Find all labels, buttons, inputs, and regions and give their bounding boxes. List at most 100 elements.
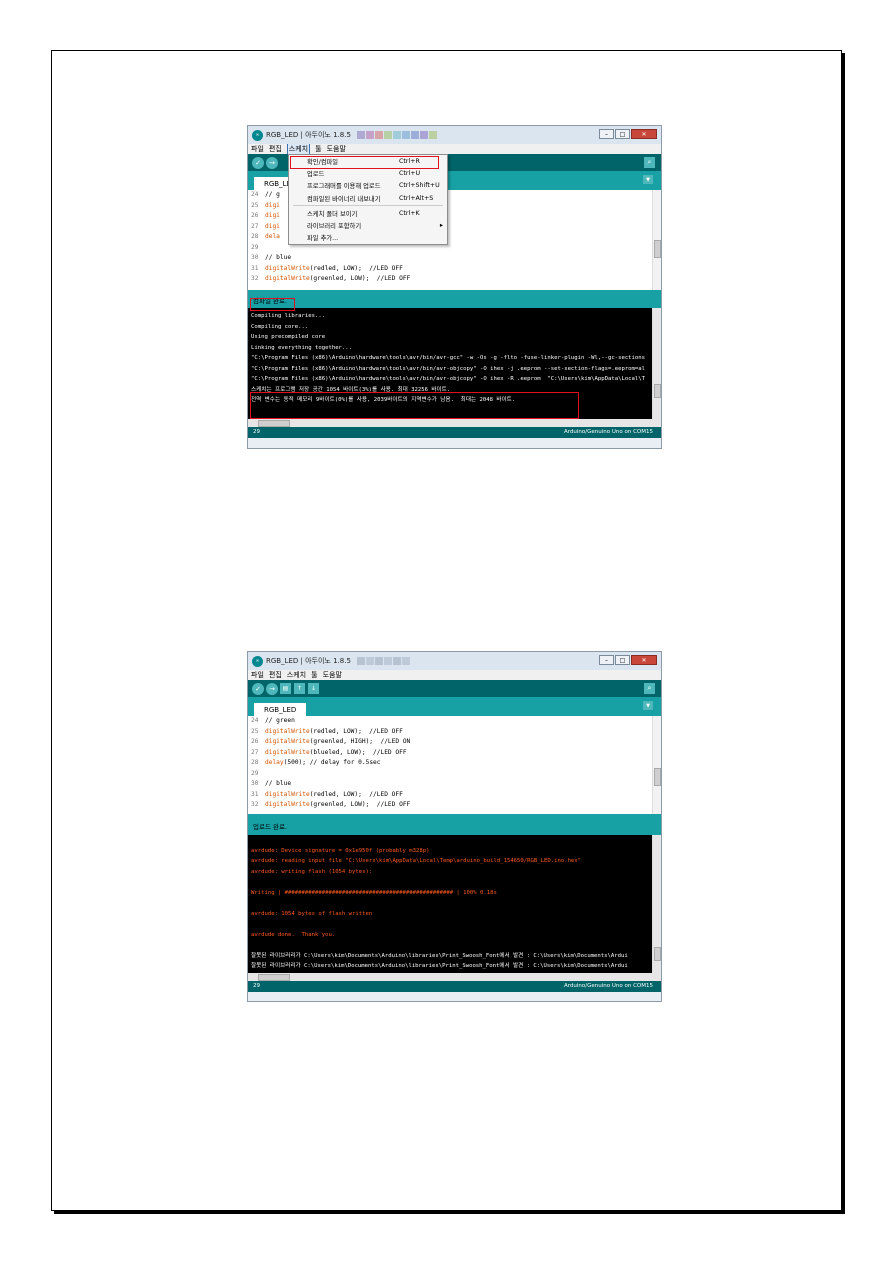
minimize-button[interactable]: –	[599, 655, 614, 665]
code-line: 31 digitalWrite(redled, LOW); //LED OFF	[248, 264, 661, 275]
tab-rgb-led[interactable]: RGB_LED	[254, 703, 307, 716]
line-number-gutter: 29	[251, 769, 259, 777]
line-number-gutter: 24	[251, 191, 259, 198]
code-text: digitalWrite(greenled, HIGH); //LED ON	[265, 738, 411, 745]
console-line: Linking everything together...	[251, 344, 353, 351]
console-scrollbar[interactable]	[652, 835, 661, 973]
code-editor[interactable]: 24 // green 25 digitalWrite(redled, LOW); /…	[248, 716, 661, 814]
sketch-menu-item[interactable]: 라이브러리 포함하기 ▸	[289, 219, 447, 231]
line-number-gutter: 24	[251, 717, 259, 724]
console-line: Using precompiled core	[251, 334, 326, 340]
verify-button[interactable]: ✓	[252, 682, 264, 695]
tab-menu-icon[interactable]: ▼	[643, 175, 653, 184]
line-number-gutter: 31	[251, 264, 259, 272]
code-line: 27 digitalWrite(blueled, LOW); //LED OFF	[248, 748, 661, 759]
line-number-gutter: 32	[251, 275, 259, 282]
minimize-button[interactable]: –	[599, 129, 614, 139]
sketch-menu-item[interactable]: 프로그래머를 이용해 업로드 Ctrl+Shift+U	[289, 180, 447, 192]
code-text: // g	[265, 191, 280, 198]
menu-bar: 파일 편집 스케치 툴 도움말	[248, 143, 661, 155]
sketch-menu-item[interactable]: 업로드 Ctrl+U	[289, 167, 447, 179]
code-text: digitalWrite(redled, LOW); //LED OFF	[265, 790, 403, 798]
menu-edit[interactable]: 편집	[269, 670, 282, 680]
serial-monitor-icon[interactable]: ⌕	[644, 683, 655, 694]
upload-button[interactable]: →	[266, 682, 278, 695]
menu-item-label: 파일 추가...	[307, 235, 339, 243]
upload-button[interactable]: →	[266, 156, 278, 169]
menu-sketch[interactable]: 스케치	[287, 670, 306, 680]
console-line: avrdude: 1054 bytes of flash written	[251, 910, 373, 917]
serial-monitor-icon[interactable]: ⌕	[644, 157, 655, 168]
submenu-arrow-icon: ▸	[439, 222, 443, 230]
line-number-gutter: 26	[251, 738, 259, 745]
line-number-gutter: 29	[251, 243, 259, 251]
menu-item-label: 프로그래머를 이용해 업로드	[307, 183, 381, 191]
console-line: Compiling libraries...	[251, 313, 326, 319]
menu-tools[interactable]: 툴	[311, 670, 317, 680]
console-scrollbar[interactable]	[652, 308, 661, 419]
menu-item-shortcut: Ctrl+U	[399, 169, 421, 177]
arduino-logo-icon: ∞	[252, 129, 263, 141]
code-text: // blue	[265, 780, 292, 787]
highlight-verify-compile	[290, 156, 439, 169]
code-line: 30 // blue	[248, 779, 661, 790]
code-line: 30 // blue	[248, 253, 661, 264]
editor-scrollbar[interactable]	[652, 190, 661, 290]
code-text: // blue	[265, 254, 292, 261]
console-line: "C:\Program Files (x86)\Arduino\hardware…	[251, 365, 646, 372]
code-line: 32 digitalWrite(greenled, LOW); //LED OFF	[248, 274, 661, 285]
menu-help[interactable]: 도움말	[323, 670, 342, 680]
sketch-menu-item[interactable]: 컴파일된 바이너리 내보내기 Ctrl+Alt+S	[289, 192, 447, 204]
code-text: // green	[265, 717, 295, 724]
menu-item-shortcut: Ctrl+Shift+U	[399, 182, 440, 190]
highlight-compile-done	[250, 298, 295, 311]
maximize-button[interactable]: □	[615, 129, 630, 139]
window-controls: – □ ✕	[598, 129, 657, 139]
menu-item-shortcut: Ctrl+Alt+S	[399, 194, 434, 202]
line-number-gutter: 27	[251, 222, 259, 230]
tab-bar: RGB_LED ▼	[248, 697, 661, 716]
editor-scrollbar[interactable]	[652, 716, 661, 814]
verify-button[interactable]: ✓	[252, 156, 264, 169]
code-line: 29	[248, 769, 661, 780]
code-line: 28 delay(500); // delay for 0.5sec	[248, 758, 661, 769]
menu-item-label: 컴파일된 바이너리 내보내기	[307, 195, 381, 203]
code-text: digitalWrite(greenled, LOW); //LED OFF	[265, 801, 411, 808]
menu-file[interactable]: 파일	[251, 144, 264, 154]
menu-item-label: 스케치 폴더 보이기	[307, 210, 358, 218]
sketch-menu-item[interactable]: 파일 추가...	[289, 232, 447, 244]
close-button[interactable]: ✕	[631, 655, 657, 665]
console-line: avrdude done. Thank you.	[251, 931, 336, 938]
line-number: 29	[253, 983, 260, 989]
line-number-gutter: 26	[251, 212, 259, 219]
open-sketch-icon[interactable]: ↑	[294, 683, 305, 694]
menu-help[interactable]: 도움말	[327, 144, 346, 154]
menu-file[interactable]: 파일	[251, 670, 264, 680]
code-text: digitalWrite(blueled, LOW); //LED OFF	[265, 748, 407, 756]
close-button[interactable]: ✕	[631, 129, 657, 139]
line-number-gutter: 31	[251, 790, 259, 798]
toolbar: ✓ → ▤ ↑ ↓ ⌕	[248, 680, 661, 697]
console-hscrollbar[interactable]	[248, 973, 661, 981]
save-sketch-icon[interactable]: ↓	[308, 683, 319, 694]
sketch-menu-item[interactable]: 스케치 폴더 보이기 Ctrl+K	[289, 207, 447, 219]
console-line: avrdude: writing flash (1054 bytes):	[251, 868, 373, 875]
menu-edit[interactable]: 편집	[269, 144, 282, 154]
maximize-button[interactable]: □	[615, 655, 630, 665]
console-line: avrdude: Device signature = 0x1e950f (pr…	[251, 847, 430, 854]
menu-tools[interactable]: 툴	[315, 144, 321, 154]
tab-menu-icon[interactable]: ▼	[643, 701, 653, 710]
blurred-taskbar	[356, 657, 411, 665]
new-sketch-icon[interactable]: ▤	[280, 683, 291, 694]
console-hscrollbar[interactable]	[248, 419, 661, 427]
code-text: digi	[265, 222, 280, 230]
status-strip: 컴파일 완료.	[248, 290, 661, 308]
code-line: 25 digitalWrite(redled, LOW); //LED OFF	[248, 727, 661, 738]
status-footer: 29 Arduino/Genuino Uno on COM15	[248, 427, 661, 438]
line-number-gutter: 30	[251, 780, 259, 787]
code-line: 32 digitalWrite(greenled, LOW); //LED OFF	[248, 800, 661, 811]
